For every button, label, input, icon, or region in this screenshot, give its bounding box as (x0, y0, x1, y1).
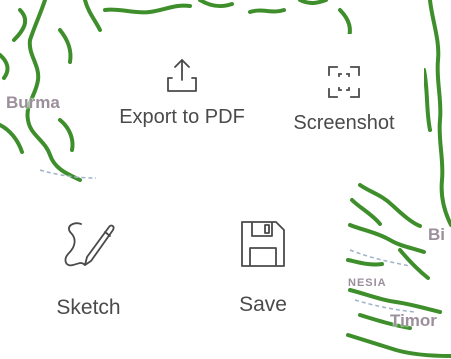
export-icon (167, 59, 197, 92)
map-label-indonesia-partial: NESIA (348, 277, 387, 289)
save-button[interactable]: Save (180, 183, 346, 359)
floppy-disk-icon (241, 221, 285, 267)
screenshot-icon (328, 66, 360, 98)
map-label-burma: Burma (6, 93, 60, 112)
map-label-timor: Timor (390, 311, 437, 330)
map-label-partial: Bi (428, 225, 445, 244)
sketch-pen-icon (64, 222, 114, 267)
sketch-button[interactable]: Sketch (0, 183, 177, 359)
sketch-label: Sketch (56, 296, 121, 319)
screenshot-label: Screenshot (293, 112, 395, 134)
save-label: Save (239, 293, 287, 316)
export-to-pdf-button[interactable]: Export to PDF (102, 34, 262, 175)
screenshot-button[interactable]: Screenshot (264, 34, 424, 175)
export-to-pdf-label: Export to PDF (119, 106, 245, 128)
